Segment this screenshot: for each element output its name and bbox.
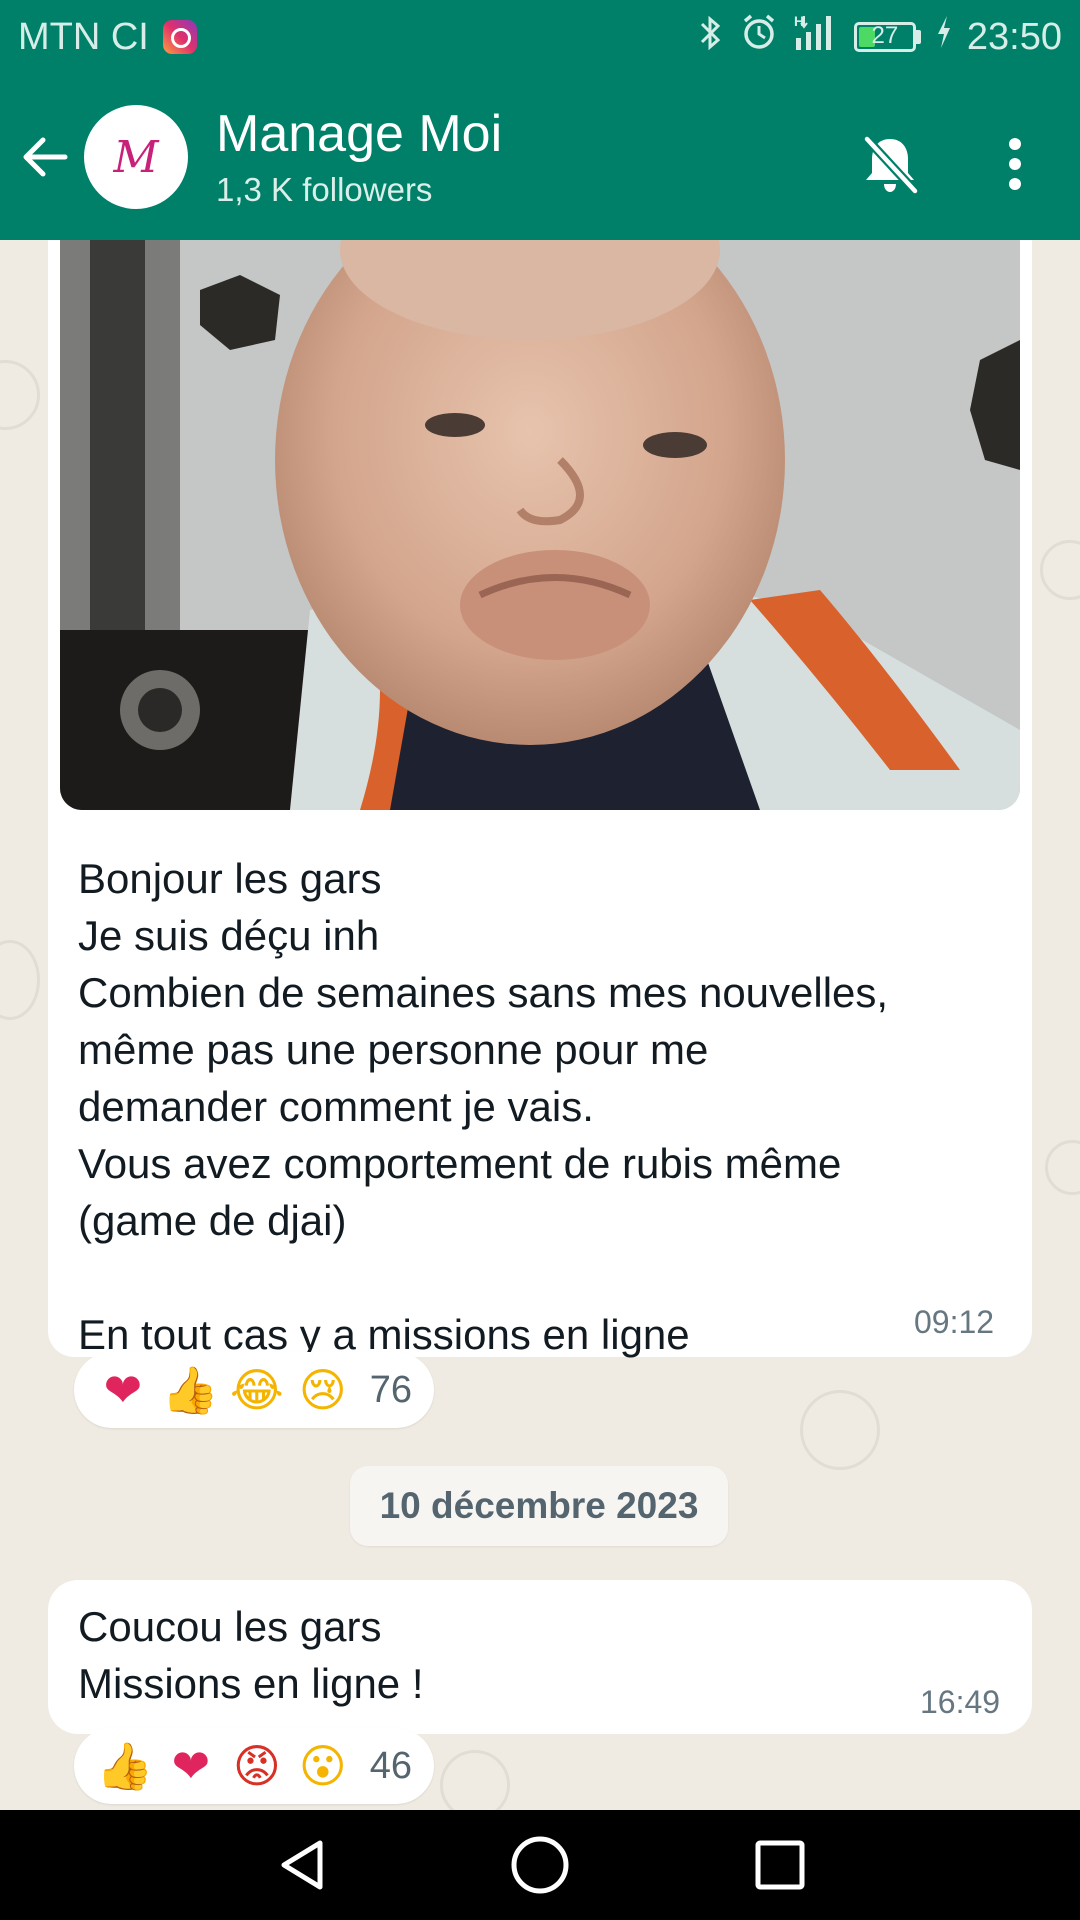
square-recents-icon bbox=[755, 1840, 805, 1890]
nav-home-button[interactable] bbox=[500, 1830, 580, 1900]
back-arrow-icon bbox=[23, 137, 68, 177]
reaction-surprised: 😮 bbox=[298, 1739, 347, 1793]
message-text: Coucou les gars Missions en ligne ! bbox=[78, 1603, 424, 1707]
mute-button[interactable] bbox=[850, 124, 930, 204]
channel-header: M Manage Moi 1,3 K followers bbox=[0, 74, 1080, 240]
charging-icon bbox=[935, 14, 953, 60]
reactions-bar[interactable]: 👍 ❤ 😡 😮 46 bbox=[74, 1728, 434, 1804]
channel-title-block[interactable]: Manage Moi 1,3 K followers bbox=[216, 103, 502, 211]
channel-name: Manage Moi bbox=[216, 105, 503, 163]
reaction-thumbs-up: 👍 bbox=[161, 1363, 220, 1417]
status-bar: MTN CI H 27 23:50 bbox=[0, 0, 1080, 74]
battery-level: 27 bbox=[871, 22, 899, 49]
nav-back-button[interactable] bbox=[262, 1830, 342, 1900]
back-button[interactable] bbox=[0, 74, 90, 240]
reaction-laughing: 😂 bbox=[229, 1363, 284, 1417]
more-options-button[interactable] bbox=[980, 124, 1050, 204]
reaction-thumbs-up: 👍 bbox=[96, 1739, 154, 1793]
wallpaper-doodle bbox=[440, 1750, 510, 1810]
triangle-back-icon bbox=[281, 1840, 323, 1890]
reaction-heart: ❤ bbox=[103, 1363, 143, 1417]
status-time: 23:50 bbox=[966, 15, 1062, 58]
avatar-logo: M bbox=[113, 131, 159, 183]
channel-avatar[interactable]: M bbox=[84, 105, 188, 209]
message-bubble[interactable]: Bonjour les gars Je suis déçu inh Combie… bbox=[48, 240, 1032, 1358]
bluetooth-icon bbox=[696, 14, 726, 61]
more-vertical-icon bbox=[1009, 138, 1021, 190]
carrier-label: MTN CI bbox=[18, 15, 149, 58]
reaction-count: 46 bbox=[369, 1744, 412, 1787]
reaction-angry: 😡 bbox=[232, 1739, 281, 1793]
wallpaper-doodle bbox=[0, 360, 40, 430]
instagram-icon bbox=[162, 20, 197, 54]
message-image[interactable] bbox=[60, 240, 1020, 810]
alarm-icon bbox=[740, 13, 778, 61]
message-text: Bonjour les gars Je suis déçu inh Combie… bbox=[78, 855, 889, 1358]
reaction-crying: 😢 bbox=[298, 1363, 347, 1417]
reaction-count: 76 bbox=[369, 1368, 412, 1411]
battery-icon: 27 bbox=[853, 22, 921, 52]
followers-count: 1,3 K followers bbox=[216, 171, 433, 208]
nav-recents-button[interactable] bbox=[740, 1830, 820, 1900]
date-separator: 10 décembre 2023 bbox=[350, 1466, 728, 1546]
message-time: 09:12 bbox=[914, 1304, 995, 1340]
wallpaper-doodle bbox=[0, 940, 40, 1020]
reaction-heart: ❤ bbox=[171, 1739, 211, 1793]
circle-home-icon bbox=[511, 1836, 569, 1894]
signal-icon: H bbox=[792, 12, 840, 62]
wallpaper-doodle bbox=[1040, 540, 1080, 600]
system-nav-bar bbox=[0, 1810, 1080, 1920]
chat-area[interactable]: Bonjour les gars Je suis déçu inh Combie… bbox=[0, 240, 1080, 1810]
wallpaper-doodle bbox=[800, 1390, 880, 1470]
wallpaper-doodle bbox=[1045, 1140, 1080, 1195]
message-bubble[interactable]: Coucou les gars Missions en ligne ! 16:4… bbox=[48, 1580, 1032, 1734]
message-time: 16:49 bbox=[920, 1684, 1001, 1720]
reactions-bar[interactable]: ❤ 👍 😂 😢 76 bbox=[74, 1352, 434, 1428]
bell-off-icon bbox=[863, 135, 919, 195]
